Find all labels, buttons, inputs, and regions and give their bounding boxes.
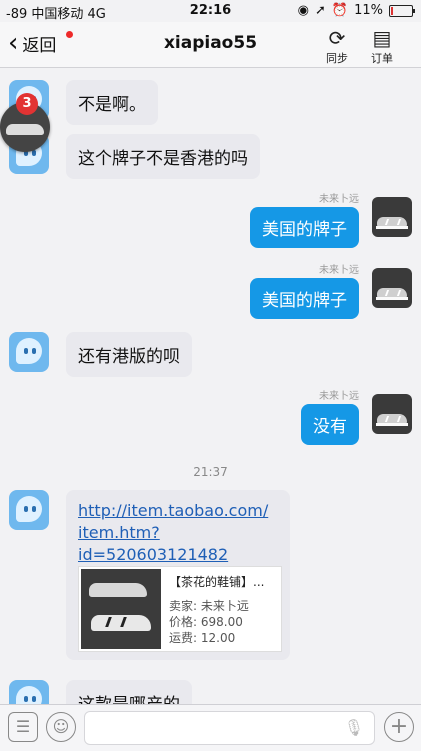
sender-name: 未来卜远 (319, 194, 359, 205)
contact-avatar[interactable] (9, 490, 49, 530)
message-bubble-incoming[interactable]: 这个牌子不是香港的吗 (66, 134, 260, 179)
alarm-icon: ⏰ (331, 3, 349, 18)
contact-avatar[interactable] (9, 332, 49, 372)
refresh-icon: ⟳ (328, 26, 346, 50)
product-link-message[interactable]: http://item.taobao.com/ item.htm? id=520… (66, 490, 290, 660)
status-icons: ◉ ➚ ⏰ 11% (297, 3, 415, 18)
shoe-icon (6, 124, 44, 135)
notification-badge: 3 (16, 93, 38, 115)
message-bubble-outgoing[interactable]: 美国的牌子 (250, 207, 359, 248)
seller-name: 卖家: 未来卜远 (169, 599, 249, 613)
location-arrow-icon: ➚ (315, 3, 326, 18)
rotation-lock-icon: ◉ (297, 3, 309, 18)
emoji-button[interactable]: ☺ (46, 712, 76, 742)
input-bar: ☰ ☺ 🎙 + (0, 704, 421, 751)
order-button[interactable]: ▤ 订单 (362, 26, 402, 66)
product-link[interactable]: http://item.taobao.com/ item.htm? id=520… (78, 500, 278, 566)
shipping-fee: 运费: 12.00 (169, 631, 236, 645)
chat-title: xiapiao55 (163, 33, 258, 53)
battery-percent: 11% (354, 3, 383, 18)
smiley-icon: ☺ (52, 717, 70, 736)
chat-bubble-icon: ☰ (15, 717, 31, 736)
product-preview-card[interactable]: 【茶花的鞋铺】... 卖家: 未来卜远 价格: 698.00 运费: 12.00 (78, 566, 282, 652)
more-options-button[interactable]: + (384, 712, 414, 742)
message-input[interactable]: 🎙 (84, 711, 375, 745)
message-bubble-incoming[interactable]: 还有港版的呗 (66, 332, 192, 377)
battery-fill (391, 6, 393, 15)
microphone-icon[interactable]: 🎙 (344, 718, 364, 737)
battery-icon (389, 4, 415, 17)
shop-name: 【茶花的鞋铺】... (169, 575, 265, 589)
chat-area[interactable]: 不是啊。 这个牌子不是香港的吗 3 未来卜远 美国的牌子 未来卜远 美国的牌子 … (0, 68, 421, 708)
sync-button[interactable]: ⟳ 同步 (317, 26, 357, 66)
my-avatar[interactable] (372, 268, 412, 308)
message-bubble-outgoing[interactable]: 没有 (301, 404, 359, 445)
order-label: 订单 (371, 52, 393, 65)
sync-label: 同步 (326, 52, 348, 65)
my-avatar[interactable] (372, 394, 412, 434)
nav-bar: ‹ 返回 xiapiao55 ⟳ 同步 ▤ 订单 (0, 22, 421, 68)
plus-icon: + (389, 714, 409, 739)
product-thumbnail (81, 569, 161, 649)
message-timestamp: 21:37 (193, 465, 228, 479)
chat-menu-button[interactable]: ☰ (8, 712, 38, 742)
sender-name: 未来卜远 (319, 265, 359, 276)
message-bubble-outgoing[interactable]: 美国的牌子 (250, 278, 359, 319)
product-price: 价格: 698.00 (169, 615, 243, 629)
my-avatar[interactable] (372, 197, 412, 237)
status-bar: -89 中国移动 4G 22:16 ◉ ➚ ⏰ 11% (0, 0, 421, 22)
sender-name: 未来卜远 (319, 391, 359, 402)
order-list-icon: ▤ (372, 26, 392, 50)
message-bubble-incoming[interactable]: 不是啊。 (66, 80, 158, 125)
